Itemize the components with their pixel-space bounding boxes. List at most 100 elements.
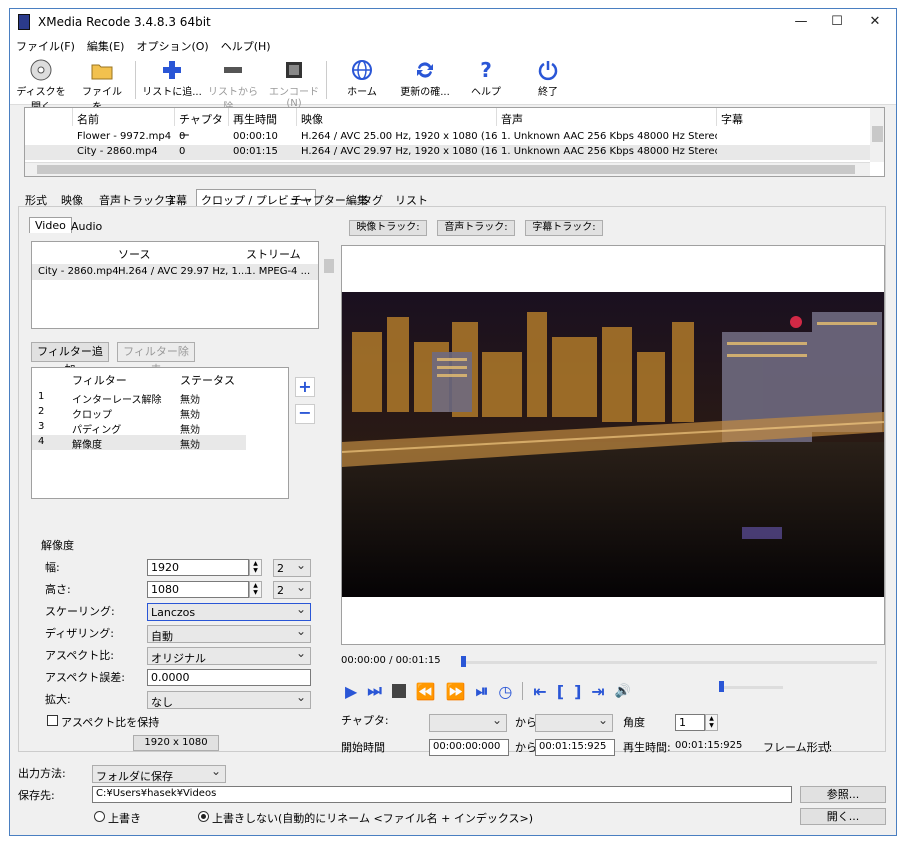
subtitle-track-button[interactable]: 字幕トラック: bbox=[525, 220, 603, 236]
mark-in-icon[interactable]: [ bbox=[557, 682, 564, 701]
angle-spinner[interactable]: ▲ ▼ bbox=[705, 714, 718, 731]
audio-track-button[interactable]: 音声トラック: bbox=[437, 220, 515, 236]
video-track-button[interactable]: 映像トラック: bbox=[349, 220, 427, 236]
table-row[interactable]: 1 インターレース解除 無効 bbox=[32, 390, 246, 406]
destination-input[interactable]: C:¥Users¥hasek¥Videos bbox=[92, 786, 792, 803]
menu-edit[interactable]: 編集(E) bbox=[81, 35, 131, 54]
subtab-audio[interactable]: Audio bbox=[71, 220, 102, 233]
col-audio[interactable]: 音声 bbox=[497, 108, 717, 126]
menu-options[interactable]: オプション(O) bbox=[130, 35, 214, 54]
tab-format[interactable]: 形式 bbox=[20, 189, 52, 207]
goto-start-icon[interactable]: ⇤ bbox=[533, 682, 546, 701]
end-time-input[interactable]: 00:01:15:925 bbox=[535, 739, 615, 756]
clock-icon[interactable]: ◷ bbox=[498, 682, 512, 701]
update-check-button[interactable]: 更新の確... bbox=[396, 57, 454, 98]
col-name[interactable]: 名前 bbox=[73, 108, 175, 126]
height-input[interactable]: 1080 bbox=[147, 581, 249, 598]
minimize-icon[interactable]: — bbox=[784, 9, 818, 35]
tab-list[interactable]: リスト bbox=[390, 189, 433, 207]
filter-list[interactable]: フィルター ステータス 1 インターレース解除 無効 2 クロップ 無効 3 パディング無… bbox=[31, 367, 289, 499]
zoom-select[interactable]: なし bbox=[147, 690, 311, 709]
seek-handle[interactable] bbox=[461, 656, 466, 667]
col-duration[interactable]: 再生時間 bbox=[229, 108, 297, 126]
aspect-error-input[interactable]: 0.0000 bbox=[147, 669, 311, 686]
rewind-icon[interactable]: ⏪ bbox=[416, 682, 436, 701]
overwrite-radio[interactable] bbox=[94, 811, 105, 822]
aspect-label: アスペクト比: bbox=[45, 649, 114, 662]
table-row[interactable]: Flower - 9972.mp4 0 00:00:10 H.264 / AVC… bbox=[25, 130, 877, 145]
chapter-end-select[interactable] bbox=[535, 713, 613, 732]
volume-slider[interactable] bbox=[719, 686, 783, 689]
resolution-group-label: 解像度 bbox=[41, 539, 74, 552]
menu-file[interactable]: ファイル(F) bbox=[10, 35, 81, 54]
no-overwrite-radio[interactable] bbox=[198, 811, 209, 822]
mark-out-icon[interactable]: ] bbox=[574, 682, 581, 701]
source-scrollbar[interactable] bbox=[322, 245, 336, 745]
keep-aspect-checkbox[interactable] bbox=[47, 715, 58, 726]
goto-end-icon[interactable]: ⇥ bbox=[591, 682, 604, 701]
col-subtitle[interactable]: 字幕 bbox=[717, 108, 877, 126]
from-label-2: から bbox=[515, 741, 537, 754]
browse-button[interactable]: 参照... bbox=[800, 786, 886, 803]
add-to-list-button[interactable]: リストに追... bbox=[142, 57, 202, 98]
file-list[interactable]: 名前 チャプター 再生時間 映像 音声 字幕 Flower - 9972.mp4… bbox=[24, 107, 885, 177]
help-button[interactable]: ? ヘルプ bbox=[466, 57, 506, 98]
start-time-input[interactable]: 00:00:00:000 bbox=[429, 739, 509, 756]
transport-controls: ▶ ⏭ ⏪ ⏩ ⏯ ◷ ⇤ [ ] ⇥ 🔊 bbox=[345, 681, 631, 701]
vertical-scrollbar[interactable] bbox=[870, 108, 884, 162]
home-button[interactable]: ホーム bbox=[338, 57, 386, 98]
tab-subtitle[interactable]: 字幕 bbox=[160, 189, 192, 207]
col-chapter[interactable]: チャプター bbox=[175, 108, 229, 142]
filter-remove-minus-icon[interactable]: − bbox=[295, 404, 315, 424]
table-row[interactable]: 3 パディング 無効 bbox=[32, 420, 246, 436]
menu-help[interactable]: ヘルプ(H) bbox=[215, 35, 277, 54]
main-window: XMedia Recode 3.4.8.3 64bit — ☐ ✕ ファイル(F… bbox=[9, 8, 897, 836]
dither-select[interactable]: 自動 bbox=[147, 624, 311, 643]
col-video[interactable]: 映像 bbox=[297, 108, 497, 126]
next-frame-icon[interactable]: ⏭ bbox=[367, 681, 381, 701]
close-icon[interactable]: ✕ bbox=[858, 9, 892, 35]
exit-button[interactable]: 終了 bbox=[528, 57, 568, 98]
resolution-size-button[interactable]: 1920 x 1080 bbox=[133, 735, 219, 751]
no-overwrite-label: 上書きしない(自動的にリネーム <ファイル名 + インデックス>) bbox=[212, 812, 534, 825]
frame-type-value: I bbox=[827, 739, 831, 752]
output-method-select[interactable]: フォルダに保存 bbox=[92, 764, 226, 783]
scaling-label: スケーリング: bbox=[45, 605, 115, 618]
height-step-select[interactable]: 2 bbox=[273, 580, 311, 599]
volume-handle[interactable] bbox=[719, 681, 724, 692]
stop-icon[interactable] bbox=[391, 684, 406, 698]
chapter-start-select[interactable] bbox=[429, 713, 507, 732]
width-spinner[interactable]: ▲ ▼ bbox=[249, 559, 262, 576]
table-row[interactable]: 2 クロップ 無効 bbox=[32, 405, 246, 421]
horizontal-scrollbar[interactable] bbox=[25, 162, 870, 176]
preview-frame[interactable] bbox=[341, 245, 885, 645]
width-step-select[interactable]: 2 bbox=[273, 558, 311, 577]
maximize-icon[interactable]: ☐ bbox=[820, 9, 854, 35]
seek-bar[interactable] bbox=[465, 661, 877, 664]
play-icon[interactable]: ▶ bbox=[345, 682, 357, 701]
filter-add-plus-icon[interactable]: + bbox=[295, 377, 315, 397]
width-input[interactable]: 1920 bbox=[147, 559, 249, 576]
open-disc-button[interactable]: ディスクを開く bbox=[12, 57, 70, 113]
open-file-button[interactable]: ファイルを... bbox=[74, 57, 130, 113]
open-folder-button[interactable]: 開く... bbox=[800, 808, 886, 825]
height-spinner[interactable]: ▲ ▼ bbox=[249, 581, 262, 598]
remove-from-list-button[interactable]: リストから除... bbox=[202, 57, 264, 113]
aspect-select[interactable]: オリジナル bbox=[147, 646, 311, 665]
fast-forward-icon[interactable]: ⏩ bbox=[446, 682, 466, 701]
filter-add-button[interactable]: フィルター追加 bbox=[31, 342, 109, 376]
table-row[interactable]: City - 2860.mp4 0 00:01:15 H.264 / AVC 2… bbox=[25, 145, 877, 160]
volume-icon[interactable]: 🔊 bbox=[615, 684, 631, 699]
encode-button[interactable]: エンコード(N) bbox=[265, 57, 323, 109]
table-row[interactable]: City - 2860.mp4 H.264 / AVC 29.97 Hz, 1.… bbox=[32, 264, 318, 280]
tab-tags[interactable]: タグ bbox=[356, 189, 388, 207]
scaling-select[interactable]: Lanczos bbox=[147, 602, 311, 621]
filter-remove-button[interactable]: フィルター除去 bbox=[117, 342, 195, 376]
subtab-video[interactable]: Video bbox=[29, 217, 72, 233]
table-row[interactable]: 4 解像度 無効 bbox=[32, 435, 246, 451]
source-list[interactable]: ソース ストリーム City - 2860.mp4 H.264 / AVC 29… bbox=[31, 241, 319, 329]
angle-input[interactable]: 1 bbox=[675, 714, 705, 731]
tab-video[interactable]: 映像 bbox=[56, 189, 88, 207]
title-bar: XMedia Recode 3.4.8.3 64bit — ☐ ✕ bbox=[10, 9, 896, 35]
step-forward-icon[interactable]: ⏯ bbox=[476, 681, 489, 701]
